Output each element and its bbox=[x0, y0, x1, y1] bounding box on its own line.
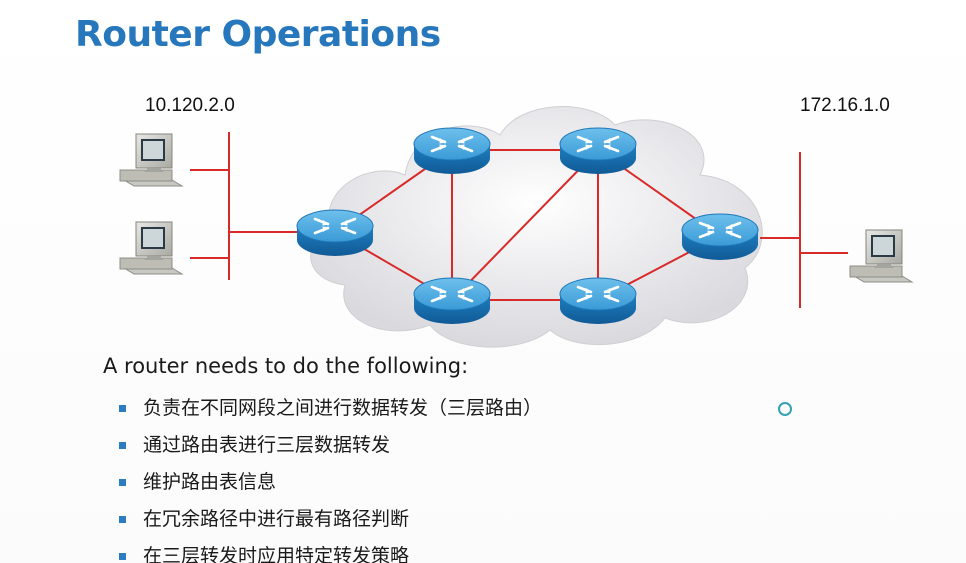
workstation-icon bbox=[849, 229, 913, 283]
lead-text: A router needs to do the following: bbox=[103, 354, 469, 378]
list-item: 负责在不同网段之间进行数据转发（三层路由） bbox=[119, 390, 542, 427]
router-icon bbox=[412, 126, 492, 176]
bullet-icon bbox=[119, 516, 126, 523]
bullet-text: 维护路由表信息 bbox=[143, 471, 277, 493]
router-icon bbox=[558, 276, 638, 326]
bullet-icon bbox=[119, 479, 126, 486]
router-icon bbox=[295, 208, 375, 258]
bullet-text: 负责在不同网段之间进行数据转发（三层路由） bbox=[143, 397, 543, 419]
slide: Router Operations 10.120.2.0 172.16.1.0 bbox=[0, 0, 966, 563]
router-icon bbox=[680, 212, 760, 262]
workstation-icon bbox=[119, 221, 183, 275]
bullet-text: 在三层转发时应用特定转发策略 bbox=[143, 545, 410, 563]
router-icon bbox=[558, 126, 638, 176]
bullet-text: 通过路由表进行三层数据转发 bbox=[143, 434, 391, 456]
bullet-icon bbox=[119, 553, 126, 560]
bullet-icon bbox=[119, 405, 126, 412]
workstation-icon bbox=[119, 133, 183, 187]
cursor-ring-icon bbox=[778, 402, 792, 416]
bullet-icon bbox=[119, 442, 126, 449]
bullet-text: 在冗余路径中进行最有路径判断 bbox=[143, 508, 410, 530]
router-icon bbox=[412, 276, 492, 326]
list-item: 在冗余路径中进行最有路径判断 bbox=[119, 501, 542, 538]
list-item: 通过路由表进行三层数据转发 bbox=[119, 427, 542, 464]
list-item: 维护路由表信息 bbox=[119, 464, 542, 501]
bullet-list: 负责在不同网段之间进行数据转发（三层路由） 通过路由表进行三层数据转发 维护路由… bbox=[119, 390, 542, 563]
list-item: 在三层转发时应用特定转发策略 bbox=[119, 538, 542, 563]
